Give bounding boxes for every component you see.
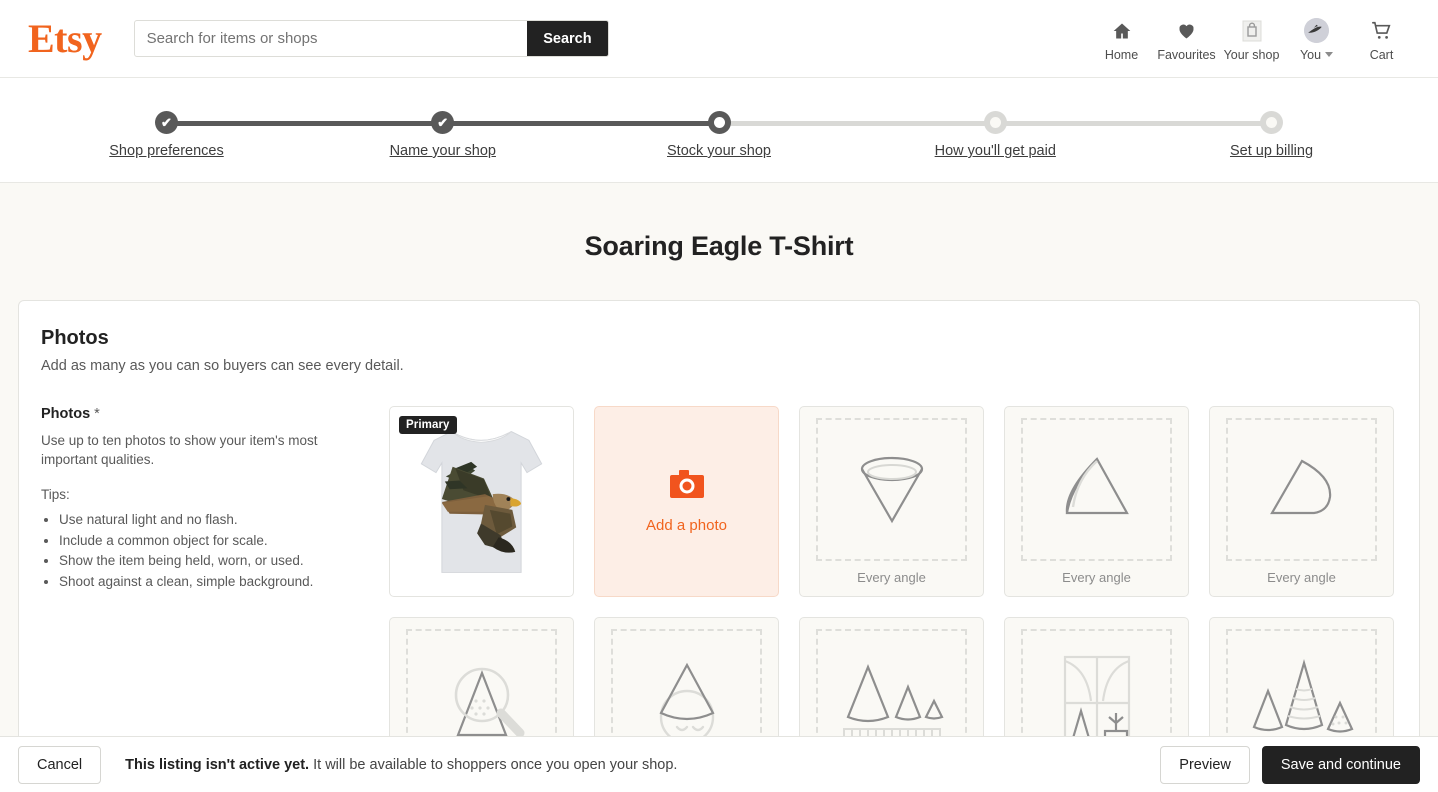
step-indicator-done: ✔ bbox=[431, 111, 454, 134]
cone-side-icon bbox=[1258, 449, 1346, 531]
save-and-continue-button[interactable]: Save and continue bbox=[1262, 746, 1420, 784]
cancel-button[interactable]: Cancel bbox=[18, 746, 101, 784]
check-icon: ✔ bbox=[161, 116, 172, 129]
home-icon bbox=[1111, 18, 1133, 44]
listing-status-bold: This listing isn't active yet. bbox=[125, 757, 309, 773]
list-item: Use natural light and no flash. bbox=[59, 510, 351, 531]
photo-placeholder-every-angle-3[interactable]: Every angle bbox=[1209, 406, 1394, 597]
stepper-track-wrap: ✔ Shop preferences ✔ Name your shop Stoc… bbox=[167, 78, 1272, 171]
dashed-dropzone bbox=[816, 418, 967, 561]
product-photo bbox=[391, 408, 572, 595]
etsy-logo[interactable]: Etsy bbox=[28, 19, 102, 59]
avatar-icon bbox=[1304, 18, 1329, 44]
photos-card: Photos Add as many as you can so buyers … bbox=[18, 300, 1420, 770]
photos-help-column: Photos * Use up to ten photos to show yo… bbox=[41, 406, 371, 770]
shop-bag-icon bbox=[1240, 18, 1264, 44]
listing-status-message: This listing isn't active yet. It will b… bbox=[125, 757, 677, 773]
photos-body: Photos * Use up to ten photos to show yo… bbox=[41, 406, 1397, 770]
step-label[interactable]: Shop preferences bbox=[109, 143, 223, 159]
photo-tile-primary[interactable]: Primary bbox=[389, 406, 574, 597]
nav-item-home[interactable]: Home bbox=[1089, 16, 1154, 62]
nav-item-you-label: You bbox=[1300, 48, 1333, 62]
step-label[interactable]: Name your shop bbox=[390, 143, 496, 159]
action-bar-right: Preview Save and continue bbox=[1160, 746, 1420, 784]
action-bar: Cancel This listing isn't active yet. It… bbox=[0, 736, 1438, 792]
dashed-dropzone bbox=[1226, 418, 1377, 561]
cone-inverted-icon bbox=[848, 449, 936, 531]
dashed-dropzone bbox=[1021, 418, 1172, 561]
search-bar: Search bbox=[134, 20, 609, 57]
site-header: Etsy Search Home Favourites bbox=[0, 0, 1438, 78]
photos-help-text: Use up to ten photos to show your item's… bbox=[41, 431, 351, 469]
page-title: Soaring Eagle T-Shirt bbox=[0, 183, 1438, 262]
heart-icon bbox=[1175, 18, 1198, 44]
status-badge: Primary bbox=[399, 416, 457, 434]
add-photo-tile[interactable]: Add a photo bbox=[594, 406, 779, 597]
listing-status-rest: It will be available to shoppers once yo… bbox=[309, 757, 677, 773]
nav-item-favourites[interactable]: Favourites bbox=[1154, 16, 1219, 62]
required-marker: * bbox=[94, 406, 100, 422]
placeholder-label: Every angle bbox=[1062, 570, 1131, 585]
list-item: Include a common object for scale. bbox=[59, 531, 351, 552]
cones-variations-icon bbox=[1246, 653, 1358, 749]
photo-placeholder-every-angle-1[interactable]: Every angle bbox=[799, 406, 984, 597]
nav-item-cart[interactable]: Cart bbox=[1349, 16, 1414, 62]
nav-item-home-label: Home bbox=[1105, 48, 1138, 62]
check-icon: ✔ bbox=[437, 116, 448, 129]
stepper-items: ✔ Shop preferences ✔ Name your shop Stoc… bbox=[167, 111, 1272, 171]
step-label[interactable]: How you'll get paid bbox=[935, 143, 1056, 159]
list-item: Show the item being held, worn, or used. bbox=[59, 551, 351, 572]
add-photo-label: Add a photo bbox=[646, 517, 727, 534]
photo-grid: Primary bbox=[389, 406, 1397, 770]
step-indicator-current bbox=[708, 111, 731, 134]
nav-item-cart-label: Cart bbox=[1370, 48, 1394, 62]
tips-list: Use natural light and no flash. Include … bbox=[59, 510, 351, 592]
search-button[interactable]: Search bbox=[527, 21, 607, 56]
cart-icon bbox=[1370, 18, 1394, 44]
photos-heading: Photos bbox=[41, 327, 1397, 350]
photos-field-label: Photos * bbox=[41, 406, 351, 422]
step-indicator-todo bbox=[1260, 111, 1283, 134]
nav-item-your-shop[interactable]: Your shop bbox=[1219, 16, 1284, 62]
step-indicator-todo bbox=[984, 111, 1007, 134]
header-nav: Home Favourites Your shop bbox=[1089, 16, 1414, 62]
cones-ruler-icon bbox=[836, 653, 948, 749]
cone-tilted-icon bbox=[1053, 449, 1141, 531]
avatar bbox=[1304, 18, 1329, 43]
step-label[interactable]: Set up billing bbox=[1230, 143, 1313, 159]
nav-item-you[interactable]: You bbox=[1284, 16, 1349, 62]
photo-placeholder-every-angle-2[interactable]: Every angle bbox=[1004, 406, 1189, 597]
preview-button[interactable]: Preview bbox=[1160, 746, 1250, 784]
main-content: Soaring Eagle T-Shirt Photos Add as many… bbox=[0, 183, 1438, 792]
step-indicator-done: ✔ bbox=[155, 111, 178, 134]
step-label[interactable]: Stock your shop bbox=[667, 143, 771, 159]
search-input[interactable] bbox=[135, 21, 528, 56]
placeholder-label: Every angle bbox=[857, 570, 926, 585]
tips-header: Tips: bbox=[41, 487, 351, 502]
nav-item-favourites-label: Favourites bbox=[1157, 48, 1215, 62]
photos-subheading: Add as many as you can so buyers can see… bbox=[41, 358, 1397, 374]
placeholder-label: Every angle bbox=[1267, 570, 1336, 585]
chevron-down-icon bbox=[1325, 52, 1333, 57]
onboarding-stepper: ✔ Shop preferences ✔ Name your shop Stoc… bbox=[0, 78, 1438, 183]
nav-item-your-shop-label: Your shop bbox=[1224, 48, 1280, 62]
list-item: Shoot against a clean, simple background… bbox=[59, 572, 351, 593]
camera-icon bbox=[670, 470, 704, 503]
